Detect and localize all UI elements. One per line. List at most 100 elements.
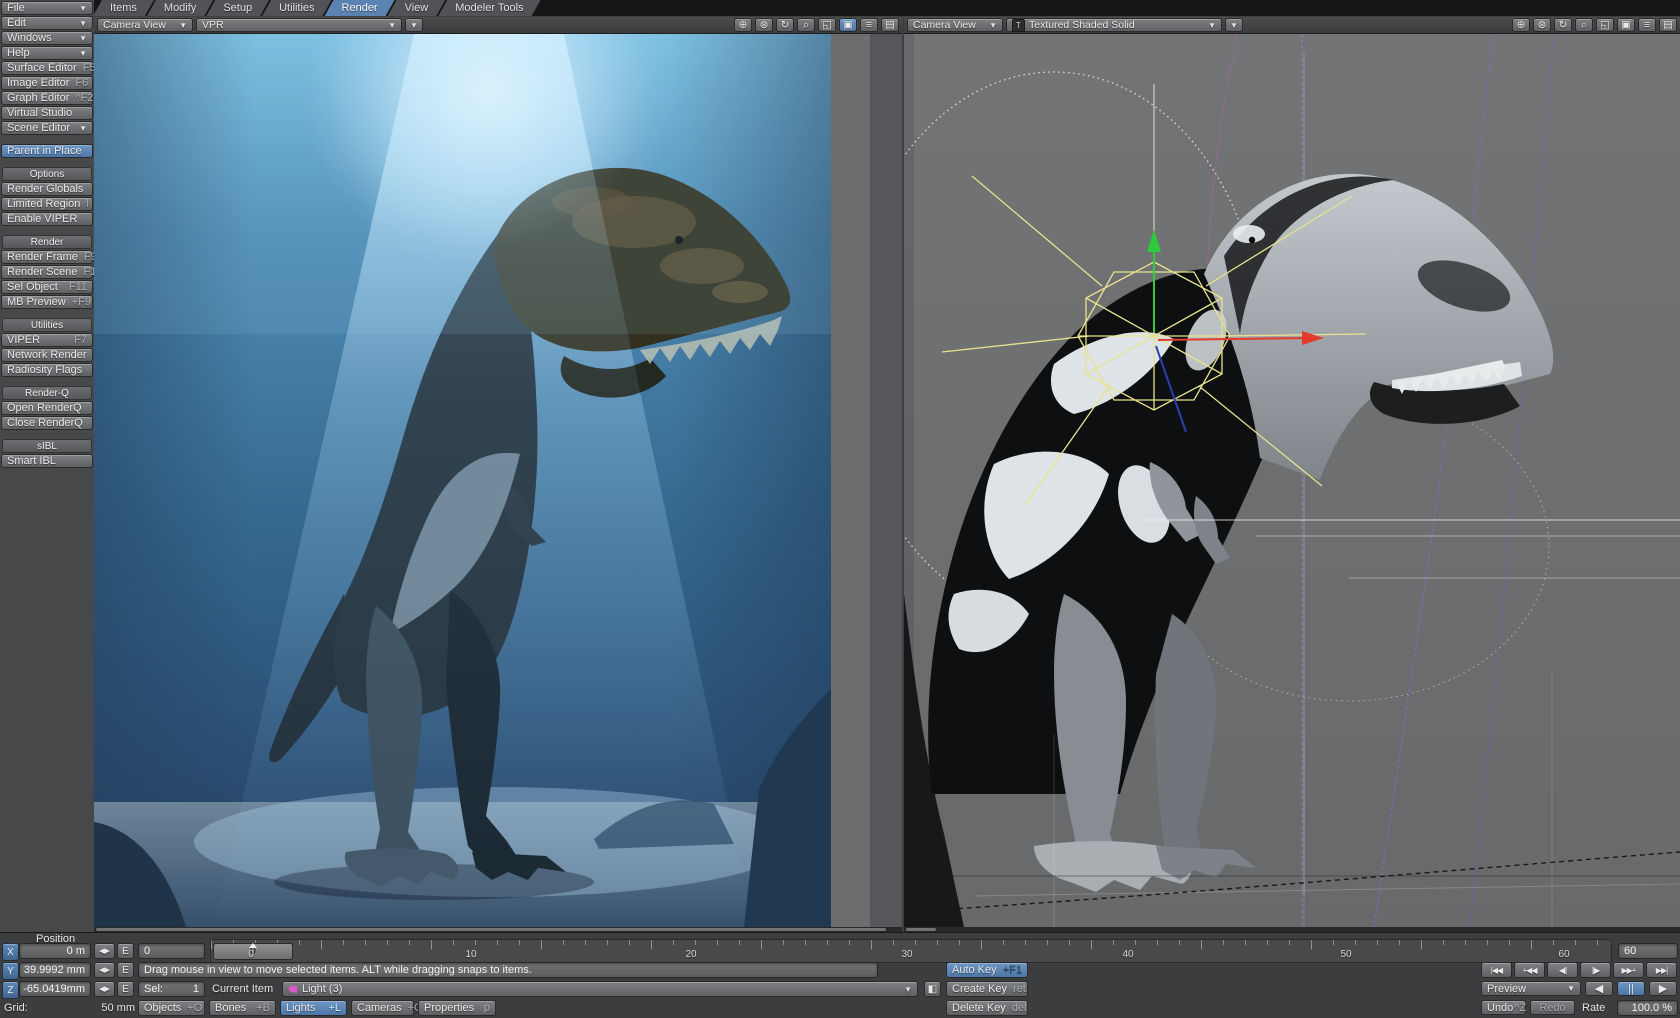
viewport-options-dropdown[interactable]: ▼ [405,18,423,32]
camera-icon[interactable]: ▣ [1617,18,1635,32]
end-frame-field[interactable]: 60 [1618,943,1678,959]
bones-mode-button[interactable]: Bones+B [209,1000,276,1016]
save-icon[interactable]: ▤ [881,18,899,32]
z-envelope-button[interactable]: E [117,981,134,997]
timeline-ruler[interactable]: 0 0 10 20 30 40 50 60 [210,939,1612,963]
x-envelope-button[interactable]: E [117,943,134,959]
graph-editor-button[interactable]: Graph Editor^F2 [1,91,93,105]
close-renderq-button[interactable]: Close RenderQ [1,416,93,430]
step-forward-button[interactable]: ||▶ [1580,962,1611,978]
scene-editor-button[interactable]: Scene Editor▼ [1,121,93,135]
rotate-icon[interactable]: ⊛ [755,18,773,32]
tab-modeler-tools[interactable]: Modeler Tools [438,0,540,16]
save-icon[interactable]: ▤ [1659,18,1677,32]
item-list-split-button[interactable]: ◧ [924,981,941,997]
viper-button[interactable]: VIPERF7 [1,333,93,347]
y-stepper[interactable]: ◀▶ [94,962,115,978]
selection-count-field: Sel:1 [138,981,205,997]
rate-field[interactable]: 100.0 % [1617,1000,1678,1016]
surface-editor-button[interactable]: Surface EditorF5 [1,61,93,75]
tab-utilities[interactable]: Utilities [262,0,331,16]
smart-ibl-button[interactable]: Smart IBL [1,454,93,468]
image-editor-button[interactable]: Image EditorF6 [1,76,93,90]
next-key-button[interactable]: ▶▶+ [1613,962,1644,978]
rotate-icon[interactable]: ⊛ [1533,18,1551,32]
menu-icon[interactable]: ≡ [1638,18,1656,32]
current-item-dropdown[interactable]: Light (3)▼ [282,981,918,997]
maximize-icon[interactable]: ◱ [818,18,836,32]
prev-key-button[interactable]: +◀◀ [1514,962,1545,978]
render-globals-button[interactable]: Render Globals [1,182,93,196]
render-frame-button[interactable]: Render FrameF9 [1,250,93,264]
timeline-tick: 40 [1115,949,1141,960]
pan-icon[interactable]: ⊕ [734,18,752,32]
network-render-button[interactable]: Network Render [1,348,93,362]
maximize-icon[interactable]: ◱ [1596,18,1614,32]
z-axis-button[interactable]: Z [2,981,19,999]
pause-button[interactable]: || [1617,981,1645,996]
open-renderq-button[interactable]: Open RenderQ [1,401,93,415]
z-stepper[interactable]: ◀▶ [94,981,115,997]
chevron-down-icon: ▼ [73,4,87,13]
timeline-tick: 50 [1333,949,1359,960]
properties-button[interactable]: Propertiesp [418,1000,496,1016]
camera-icon[interactable]: ▣ [839,18,857,32]
radiosity-flags-button[interactable]: Radiosity Flags [1,363,93,377]
preview-dropdown[interactable]: Preview▼ [1481,981,1581,996]
step-back-button[interactable]: ◀|| [1547,962,1578,978]
x-position-field[interactable]: 0 m [19,943,91,959]
render-mode-dropdown[interactable]: VPR▼ [196,18,402,32]
viewport-options-dropdown[interactable]: ▼ [1225,18,1243,32]
view-type-dropdown[interactable]: Camera View▼ [97,18,193,32]
mb-preview-button[interactable]: MB Preview+F9 [1,295,93,309]
menu-edit[interactable]: Edit▼ [1,16,93,30]
create-key-button[interactable]: Create Keyret [946,981,1028,997]
y-position-field[interactable]: 39.9992 mm [19,962,91,978]
zoom-icon[interactable]: ⌕ [797,18,815,32]
virtual-studio-button[interactable]: Virtual Studio [1,106,93,120]
tab-render[interactable]: Render [325,0,395,16]
render-scene-button[interactable]: Render SceneF10 [1,265,93,279]
delete-key-button[interactable]: Delete Keydel [946,1000,1028,1016]
orbit-icon[interactable]: ↻ [776,18,794,32]
go-to-start-button[interactable]: |◀◀ [1481,962,1512,978]
auto-key-button[interactable]: Auto Key+F1 [946,962,1028,978]
section-header-sibl: sIBL [2,439,92,453]
undo-button[interactable]: Undo^Z [1481,1000,1526,1015]
section-header-options: Options [2,167,92,181]
render-mode-dropdown[interactable]: TTextured Shaded Solid▼ [1006,18,1222,32]
menu-icon[interactable]: ≡ [860,18,878,32]
tab-modify[interactable]: Modify [147,0,213,16]
limited-region-button[interactable]: Limited Regionl [1,197,93,211]
redo-button[interactable]: Redo [1530,1000,1575,1015]
pan-icon[interactable]: ⊕ [1512,18,1530,32]
objects-mode-button[interactable]: Objects+O [138,1000,205,1016]
y-envelope-button[interactable]: E [117,962,134,978]
y-axis-button[interactable]: Y [2,962,19,980]
x-stepper[interactable]: ◀▶ [94,943,115,959]
lights-mode-button[interactable]: Lights+L [280,1000,347,1016]
cameras-mode-button[interactable]: Cameras+C [351,1000,414,1016]
x-axis-button[interactable]: X [2,943,19,961]
go-to-end-button[interactable]: ▶▶| [1646,962,1677,978]
current-frame-field[interactable]: 0 [138,943,205,959]
zoom-icon[interactable]: ⌕ [1575,18,1593,32]
tab-setup[interactable]: Setup [206,0,269,16]
orbit-icon[interactable]: ↻ [1554,18,1572,32]
sel-object-button[interactable]: Sel ObjectF11 [1,280,93,294]
chevron-down-icon: ▼ [410,21,418,30]
tab-view[interactable]: View [388,0,446,16]
menu-windows[interactable]: Windows▼ [1,31,93,45]
tab-items[interactable]: Items [93,0,154,16]
parent-in-place-button[interactable]: Parent in Place [1,144,93,158]
lightwave-layout-window: Items Modify Setup Utilities Render View… [0,0,1680,1018]
play-forward-button[interactable]: ▶ [1649,981,1677,996]
play-reverse-button[interactable]: ◀ [1585,981,1613,996]
enable-viper-button[interactable]: Enable VIPER [1,212,93,226]
main-tab-bar: Items Modify Setup Utilities Render View… [94,0,1680,16]
view-type-dropdown[interactable]: Camera View▼ [907,18,1003,32]
menu-file[interactable]: File▼ [1,1,93,15]
light-item-icon [288,986,297,993]
menu-help[interactable]: Help▼ [1,46,93,60]
z-position-field[interactable]: -65.0419mm [19,981,91,997]
